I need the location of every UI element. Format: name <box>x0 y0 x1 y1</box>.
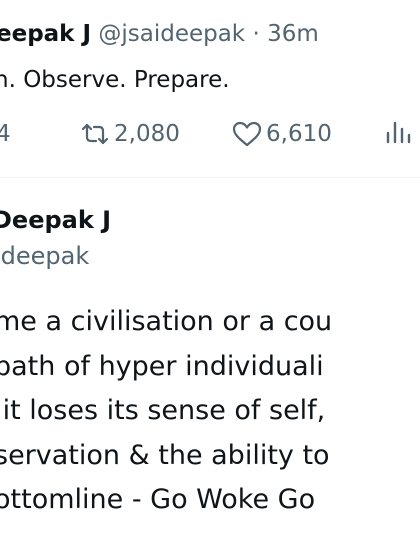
reply-count: 4 <box>0 121 11 147</box>
like-count: 6,610 <box>266 121 332 147</box>
tweet-body-line: ottomline - Go Woke Go <box>0 484 316 515</box>
tweet-divider <box>0 177 420 178</box>
header-separator: · <box>252 21 260 47</box>
quoted-timestamp[interactable]: 36m <box>267 21 319 47</box>
quoted-tweet-header: eepak J @jsaideepak · 36m <box>0 20 319 48</box>
tweet-author-handle[interactable]: ideepak <box>0 241 89 271</box>
tweet-body-line: ,it loses its sense of self, <box>0 395 326 426</box>
tweet-body: me a civilisation or a cou path of hyper… <box>0 300 332 523</box>
repost-count: 2,080 <box>114 121 180 147</box>
quoted-author-handle[interactable]: @jsaideepak <box>98 21 245 47</box>
heart-icon <box>232 121 262 147</box>
like-button[interactable]: 6,610 <box>232 120 332 148</box>
tweet-body-line: path of hyper individuali <box>0 350 324 382</box>
repost-icon <box>80 122 110 146</box>
reply-button[interactable]: 4 <box>0 120 11 148</box>
repost-button[interactable]: 2,080 <box>80 120 180 148</box>
quoted-tweet-text: h. Observe. Prepare. <box>0 67 230 93</box>
tweet-author-name[interactable]: Deepak J <box>0 205 111 235</box>
quoted-author-name[interactable]: eepak J <box>0 21 91 47</box>
tweet-body-line: me a civilisation or a cou <box>0 306 333 337</box>
views-chart-icon <box>384 120 414 144</box>
tweet-body-line: servation & the ability to <box>0 439 330 471</box>
views-button[interactable] <box>384 120 418 144</box>
